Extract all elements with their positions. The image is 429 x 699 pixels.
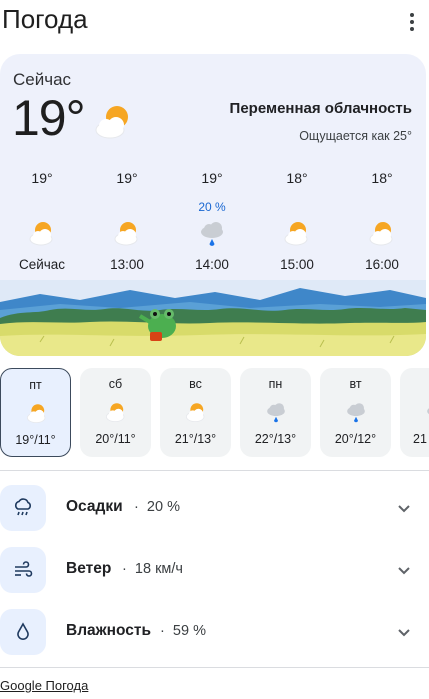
daily-temps: 19°/11° (15, 433, 56, 447)
rain-cloud-icon (427, 408, 429, 415)
daily-forecast: пт 19°/11° сб 20°/11° вс 21°/13° пн 22°/… (0, 368, 429, 458)
daily-day: сб (108, 377, 123, 391)
divider (0, 470, 429, 471)
daily-temps: 22°/13° (254, 432, 297, 446)
precipitation-icon (0, 485, 46, 531)
hourly-item[interactable]: 19° 13:00 (91, 166, 163, 276)
metric-value: · 59 % (160, 623, 206, 639)
metric-precipitation[interactable]: Осадки · 20 % (0, 485, 429, 531)
partly-cloudy-icon (27, 404, 46, 423)
partly-cloudy-icon (114, 222, 138, 246)
metric-label: Осадки (66, 498, 123, 515)
partly-cloudy-icon (284, 222, 308, 246)
rain-cloud-icon (201, 222, 223, 246)
metric-label: Ветер (66, 560, 112, 577)
divider (0, 667, 429, 668)
daily-temps: 20°/12° (334, 432, 377, 446)
google-weather-link[interactable]: Google Погода (0, 678, 88, 693)
metric-value: · 18 км/ч (122, 561, 183, 577)
daily-item[interactable]: сб 20°/11° (80, 368, 151, 457)
more-vert-icon[interactable] (401, 8, 423, 36)
hourly-item[interactable]: 18° 15:00 (261, 166, 333, 276)
hourly-temp: 18° (371, 170, 393, 186)
hourly-item[interactable]: 19° Сейчас (6, 166, 78, 276)
feels-like: Ощущается как 25° (299, 129, 412, 143)
daily-day: пн (268, 377, 283, 391)
humidity-icon (0, 609, 46, 655)
rain-cloud-icon (347, 403, 365, 423)
hourly-temp: 19° (116, 170, 138, 186)
daily-day: пт (29, 378, 42, 392)
app-title: Погода (2, 4, 88, 34)
hourly-temp: 18° (286, 170, 308, 186)
hourly-temp: 19° (31, 170, 53, 186)
partly-cloudy-icon (29, 222, 53, 246)
metric-wind[interactable]: Ветер · 18 км/ч (0, 547, 429, 593)
hourly-time: 13:00 (110, 257, 144, 272)
chevron-down-icon[interactable] (396, 624, 412, 640)
daily-temps: 21 (413, 432, 427, 446)
chevron-down-icon[interactable] (396, 562, 412, 578)
current-weather-card: Сейчас 19° Переменная облачность Ощущает… (0, 54, 426, 356)
hourly-item[interactable]: 19° 20 % 14:00 (176, 166, 248, 276)
current-temperature: 19° (12, 90, 86, 146)
hourly-precip: 20 % (198, 200, 226, 214)
daily-day: вс (189, 377, 202, 391)
partly-cloudy-icon (186, 403, 205, 422)
hourly-temp: 19° (201, 170, 223, 186)
daily-temps: 20°/11° (95, 432, 136, 446)
metric-value: · 20 % (134, 499, 180, 515)
hourly-time: 14:00 (195, 257, 229, 272)
daily-temps: 21°/13° (174, 432, 217, 446)
metric-label: Влажность (66, 622, 152, 639)
rain-cloud-icon (267, 403, 285, 423)
partly-cloudy-icon (106, 403, 125, 422)
current-label: Сейчас (13, 70, 72, 89)
hourly-time: Сейчас (18, 257, 66, 272)
hourly-time: 15:00 (280, 257, 314, 272)
daily-item[interactable]: 21 (400, 368, 429, 457)
metric-humidity[interactable]: Влажность · 59 % (0, 609, 429, 655)
daily-item[interactable]: вс 21°/13° (160, 368, 231, 457)
daily-item[interactable]: вт 20°/12° (320, 368, 391, 457)
daily-day: вт (349, 377, 362, 391)
weather-scene-illustration (0, 280, 426, 356)
daily-item[interactable]: пт 19°/11° (0, 368, 71, 457)
current-condition: Переменная облачность (229, 100, 412, 117)
app-header: Погода (0, 0, 429, 44)
hourly-item[interactable]: 18° 16:00 (346, 166, 418, 276)
hourly-time: 16:00 (365, 257, 399, 272)
partly-cloudy-icon (369, 222, 393, 246)
hourly-forecast: 19° Сейчас 19° 13:00 19° 20 % 14:00 18° … (6, 166, 420, 276)
partly-cloudy-icon (95, 106, 128, 139)
wind-icon (0, 547, 46, 593)
chevron-down-icon[interactable] (396, 500, 412, 516)
daily-item[interactable]: пн 22°/13° (240, 368, 311, 457)
